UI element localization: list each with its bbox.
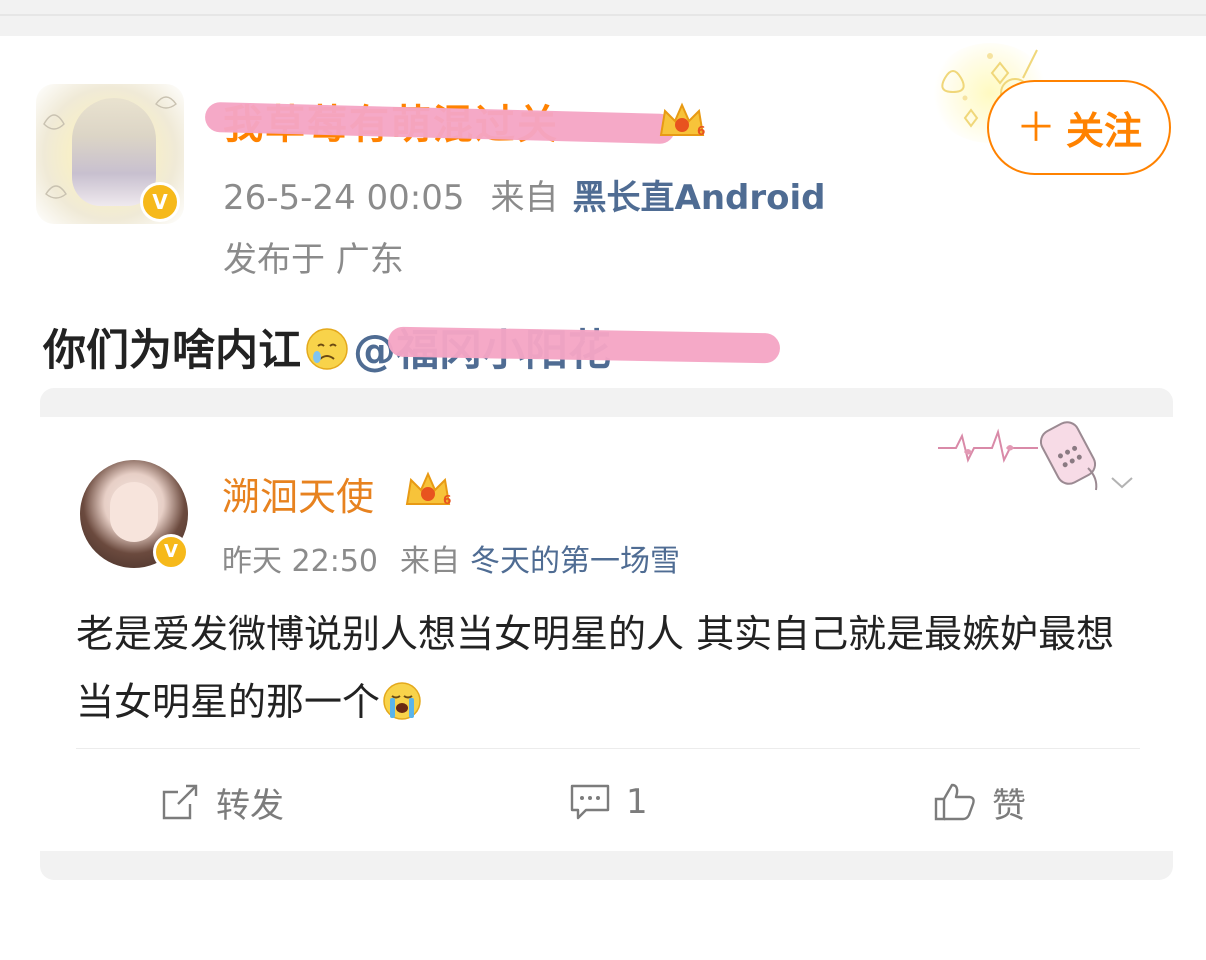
repost-body: 老是爱发微博说别人想当女明星的人 其实自己就是最嫉妒最想当女明星的那一个	[76, 612, 1115, 724]
post-meta: 26-5-24 00:05 来自 黑长直Android	[223, 170, 825, 219]
repost-source[interactable]: 冬天的第一场雪	[470, 544, 680, 579]
crying-face-icon	[306, 328, 348, 370]
comment-count: 1	[626, 782, 648, 822]
repost-meta: 昨天 22:50 来自 冬天的第一场雪	[222, 536, 680, 580]
share-icon	[162, 784, 198, 820]
post-body: 你们为啥内讧	[43, 326, 301, 376]
follow-label: 关注	[1065, 109, 1142, 153]
repost-label: 转发	[216, 785, 284, 826]
repost-vip-crown-icon: 6	[405, 471, 451, 507]
post-timestamp: 26-5-24 00:05	[223, 178, 465, 218]
top-separator	[0, 0, 1206, 36]
verified-badge: V	[140, 182, 180, 222]
svg-text:6: 6	[697, 124, 705, 138]
repost-verified-badge: V	[153, 534, 189, 570]
post-source[interactable]: 黑长直Android	[573, 178, 826, 218]
chevron-down-icon[interactable]	[1110, 476, 1134, 490]
repost-time: 昨天 22:50	[222, 544, 378, 579]
repost-from-label: 来自	[400, 544, 460, 579]
follow-button[interactable]: ＋ 关注	[987, 80, 1171, 175]
vip-crown-icon: 6	[659, 102, 705, 138]
like-label: 赞	[992, 785, 1026, 826]
comment-icon	[570, 784, 610, 820]
repost-user-name[interactable]: 溯洄天使	[222, 466, 374, 521]
card-decoration-phone	[930, 418, 1130, 498]
loudly-crying-face-icon	[383, 682, 421, 720]
plus-icon: ＋	[1015, 104, 1056, 151]
thumbs-up-icon	[934, 783, 975, 821]
post-location: 发布于 广东	[223, 240, 404, 280]
like-button[interactable]: 赞	[932, 776, 1026, 828]
svg-text:6: 6	[443, 493, 451, 507]
repost-button[interactable]: 转发	[160, 776, 284, 828]
action-divider	[76, 748, 1140, 749]
comment-button[interactable]: 1	[568, 776, 648, 828]
repost-text: 老是爱发微博说别人想当女明星的人 其实自己就是最嫉妒最想当女明星的那一个	[76, 600, 1126, 736]
from-label: 来自	[490, 178, 559, 218]
